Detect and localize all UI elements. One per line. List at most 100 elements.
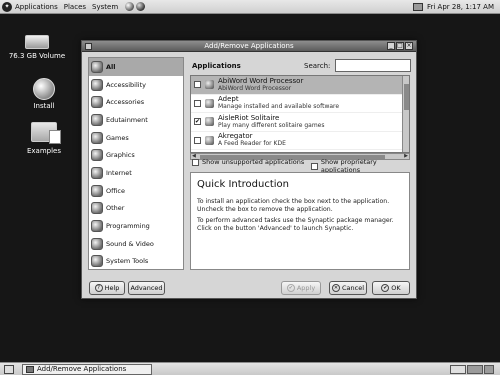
advanced-button[interactable]: Advanced — [128, 281, 165, 295]
app-row[interactable]: ✔ AisleRiot Solitaire Play many differen… — [191, 113, 409, 132]
help-button[interactable]: ? Help — [89, 281, 125, 295]
category-item-programming[interactable]: Programming — [89, 217, 183, 235]
app-checkbox[interactable] — [194, 99, 201, 107]
accessories-icon — [91, 96, 103, 109]
programming-icon — [91, 220, 103, 233]
category-item-other[interactable]: Other — [89, 200, 183, 218]
notification-area: Fri Apr 28, 1:17 AM — [412, 2, 500, 11]
window-icon — [26, 365, 34, 373]
close-button[interactable]: × — [405, 42, 413, 50]
maximize-button[interactable]: □ — [396, 42, 404, 50]
help-button-label: Help — [104, 284, 120, 292]
app-description: Play many different solitaire games — [218, 121, 325, 129]
window-title: Add/Remove Applications — [204, 42, 294, 50]
desktop-icon-label: Install — [33, 102, 55, 110]
category-label: Other — [106, 204, 125, 213]
app-row[interactable]: Akregator A Feed Reader for KDE — [191, 132, 409, 150]
office-icon — [91, 184, 103, 197]
app-checkbox-checked[interactable]: ✔ — [194, 118, 201, 126]
internet-icon — [91, 166, 103, 179]
folder-icon — [31, 122, 61, 144]
category-label: Accessories — [106, 98, 145, 107]
app-name: Akregator — [218, 132, 253, 141]
help-icon: ? — [94, 284, 103, 292]
app-checkbox[interactable] — [194, 81, 201, 89]
top-panel: ✦ Applications Places System Fri Apr 28,… — [0, 0, 500, 14]
app-name: AbiWord Word Processor — [218, 76, 304, 85]
category-label: Games — [106, 133, 129, 142]
workspace-1[interactable] — [450, 364, 466, 374]
app-checkbox[interactable] — [194, 136, 201, 144]
category-item-edutainment[interactable]: Edutainment — [89, 111, 183, 129]
category-item-accessibility[interactable]: Accessibility — [89, 76, 183, 94]
app-description: Manage installed and available software — [218, 103, 340, 111]
category-label: Programming — [106, 222, 150, 231]
menu-applications[interactable]: Applications — [12, 3, 61, 11]
minimize-button[interactable]: _ — [387, 42, 395, 50]
other-icon — [91, 202, 103, 215]
app-row[interactable]: Adept Manage installed and available sof… — [191, 95, 409, 113]
gnome-foot-icon[interactable]: ✦ — [2, 1, 12, 12]
akregator-icon — [205, 135, 214, 145]
system-tools-icon — [91, 255, 103, 268]
taskbar-button-add-remove[interactable]: Add/Remove Applications — [22, 363, 152, 375]
category-item-graphics[interactable]: Graphics — [89, 146, 183, 164]
show-unsupported-option[interactable]: Show unsupported applications — [192, 158, 304, 166]
category-item-office[interactable]: Office — [89, 182, 183, 200]
application-list: AbiWord Word Processor AbiWord Word Proc… — [190, 75, 410, 153]
ok-button[interactable]: ✔ OK — [372, 281, 410, 295]
app-description: A Feed Reader for KDE — [218, 140, 286, 148]
abiword-icon — [205, 80, 214, 90]
desktop-icon-volume[interactable]: 76.3 GB Volume — [4, 35, 70, 60]
description-panel: Quick Introduction To install an applica… — [190, 172, 410, 270]
show-unsupported-checkbox[interactable] — [192, 158, 199, 166]
category-list: All Accessibility Accessories Edutainmen… — [88, 57, 184, 270]
trash-icon[interactable] — [484, 364, 494, 374]
show-unsupported-label: Show unsupported applications — [202, 158, 305, 166]
menu-places[interactable]: Places — [61, 3, 89, 11]
cancel-button[interactable]: ✕ Cancel — [329, 281, 367, 295]
apply-button-label: Apply — [296, 284, 316, 292]
network-icon[interactable] — [412, 2, 423, 11]
workspace-switcher — [450, 364, 494, 374]
app-row[interactable]: AbiWord Word Processor AbiWord Word Proc… — [191, 76, 409, 95]
app-name: Adept — [218, 95, 239, 104]
sound-video-icon — [91, 237, 103, 250]
category-item-sound-video[interactable]: Sound & Video — [89, 235, 183, 253]
desktop-icon-examples[interactable]: Examples — [22, 122, 66, 155]
app-list-vertical-scrollbar[interactable] — [402, 76, 409, 152]
category-label: Office — [106, 186, 125, 195]
show-desktop-icon[interactable] — [4, 364, 14, 374]
taskbar-button-label: Add/Remove Applications — [37, 365, 127, 373]
ok-icon: ✔ — [381, 284, 390, 292]
intro-title: Quick Introduction — [197, 179, 290, 190]
desktop-icon-install[interactable]: Install — [26, 78, 62, 110]
desktop-icon-label: Examples — [26, 147, 61, 155]
workspace-2[interactable] — [467, 364, 483, 374]
email-launcher-icon[interactable] — [136, 2, 146, 11]
scrollbar-thumb[interactable] — [404, 84, 409, 110]
games-icon — [91, 131, 103, 144]
category-item-internet[interactable]: Internet — [89, 164, 183, 182]
category-item-games[interactable]: Games — [89, 129, 183, 147]
search-input[interactable] — [335, 59, 411, 72]
clock[interactable]: Fri Apr 28, 1:17 AM — [427, 3, 494, 11]
menu-system[interactable]: System — [89, 3, 121, 11]
web-browser-launcher-icon[interactable] — [125, 2, 135, 11]
drive-icon — [25, 35, 49, 49]
graphics-icon — [91, 149, 103, 162]
desktop-icon-label: 76.3 GB Volume — [8, 52, 66, 60]
ok-button-label: OK — [391, 284, 401, 292]
category-item-all[interactable]: All — [89, 58, 183, 76]
category-label: Graphics — [106, 151, 135, 160]
intro-paragraph: To perform advanced tasks use the Synapt… — [197, 217, 394, 232]
category-item-system-tools[interactable]: System Tools — [89, 253, 183, 269]
category-item-accessories[interactable]: Accessories — [89, 93, 183, 111]
show-proprietary-checkbox[interactable] — [311, 162, 318, 170]
window-titlebar[interactable]: Add/Remove Applications _ □ × — [82, 41, 416, 52]
intro-paragraph: To install an application check the box … — [197, 198, 390, 213]
category-label: System Tools — [106, 257, 149, 266]
edutainment-icon — [91, 113, 103, 126]
category-label: All — [106, 62, 116, 71]
apply-button[interactable]: ✔ Apply — [281, 281, 321, 295]
